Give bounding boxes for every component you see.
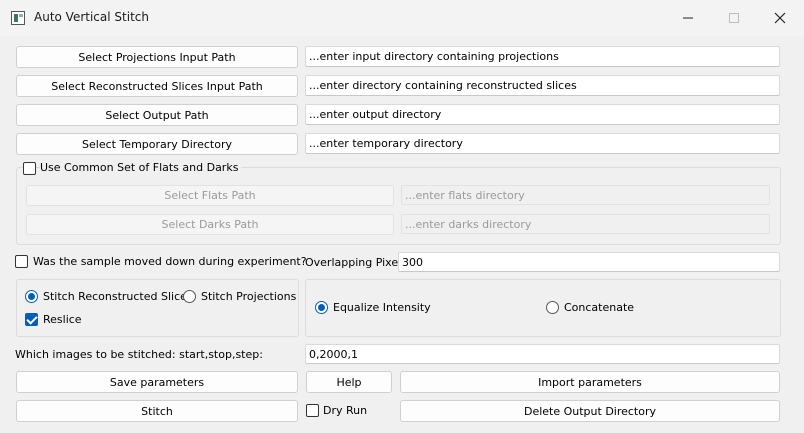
select-projections-input-button[interactable]: Select Projections Input Path xyxy=(16,46,298,68)
equalize-intensity-radio[interactable] xyxy=(315,301,328,314)
minimize-button[interactable] xyxy=(665,0,711,36)
concatenate-radio[interactable] xyxy=(546,301,559,314)
stitch-reconstructed-slices-radio[interactable] xyxy=(25,290,38,303)
images-range-label: Which images to be stitched: start,stop,… xyxy=(15,348,263,361)
stitch-button[interactable]: Stitch xyxy=(16,400,298,422)
select-flats-path-button[interactable]: Select Flats Path xyxy=(26,185,394,206)
minimize-icon xyxy=(683,17,693,19)
stitch-reconstructed-slices-label: Stitch Reconstructed Slices xyxy=(43,290,193,303)
delete-output-directory-button[interactable]: Delete Output Directory xyxy=(400,400,780,422)
select-reconstructed-slices-input-button[interactable]: Select Reconstructed Slices Input Path xyxy=(16,75,298,97)
overlapping-pixels-input[interactable]: 300 xyxy=(398,252,780,272)
select-output-path-button[interactable]: Select Output Path xyxy=(16,104,298,126)
app-icon xyxy=(11,11,25,25)
reslice-checkbox[interactable] xyxy=(25,313,38,326)
save-parameters-button[interactable]: Save parameters xyxy=(16,371,298,393)
close-icon xyxy=(774,12,786,24)
window-title: Auto Vertical Stitch xyxy=(34,10,149,24)
use-common-flats-darks-checkbox[interactable] xyxy=(23,162,36,175)
flats-path-field[interactable]: ...enter flats directory xyxy=(401,185,770,205)
images-range-input[interactable]: 0,2000,1 xyxy=(305,344,780,364)
stitch-projections-radio[interactable] xyxy=(183,290,196,303)
import-parameters-button[interactable]: Import parameters xyxy=(400,371,780,393)
output-path-field[interactable]: ...enter output directory xyxy=(305,104,780,125)
dry-run-checkbox[interactable] xyxy=(306,404,319,417)
maximize-button[interactable] xyxy=(711,0,757,36)
temporary-directory-field[interactable]: ...enter temporary directory xyxy=(305,133,780,154)
stitch-mode-group xyxy=(16,279,299,337)
reslice-label: Reslice xyxy=(43,313,82,326)
concatenate-label: Concatenate xyxy=(564,301,635,314)
use-common-flats-darks-label: Use Common Set of Flats and Darks xyxy=(40,161,242,174)
maximize-icon xyxy=(729,13,739,23)
select-temporary-directory-button[interactable]: Select Temporary Directory xyxy=(16,133,298,155)
select-darks-path-button[interactable]: Select Darks Path xyxy=(26,214,394,235)
darks-path-field[interactable]: ...enter darks directory xyxy=(401,214,770,234)
close-button[interactable] xyxy=(757,0,803,36)
sample-moved-label: Was the sample moved down during experim… xyxy=(33,255,307,268)
equalize-intensity-label: Equalize Intensity xyxy=(333,301,431,314)
projections-input-field[interactable]: ...enter input directory containing proj… xyxy=(305,46,780,67)
reconstructed-slices-input-field[interactable]: ...enter directory containing reconstruc… xyxy=(305,75,780,96)
help-button[interactable]: Help xyxy=(306,371,392,393)
dry-run-label: Dry Run xyxy=(323,404,368,417)
sample-moved-checkbox[interactable] xyxy=(15,255,28,268)
overlapping-pixels-label: Overlapping Pixels xyxy=(305,256,407,269)
stitch-projections-label: Stitch Projections xyxy=(201,290,297,303)
